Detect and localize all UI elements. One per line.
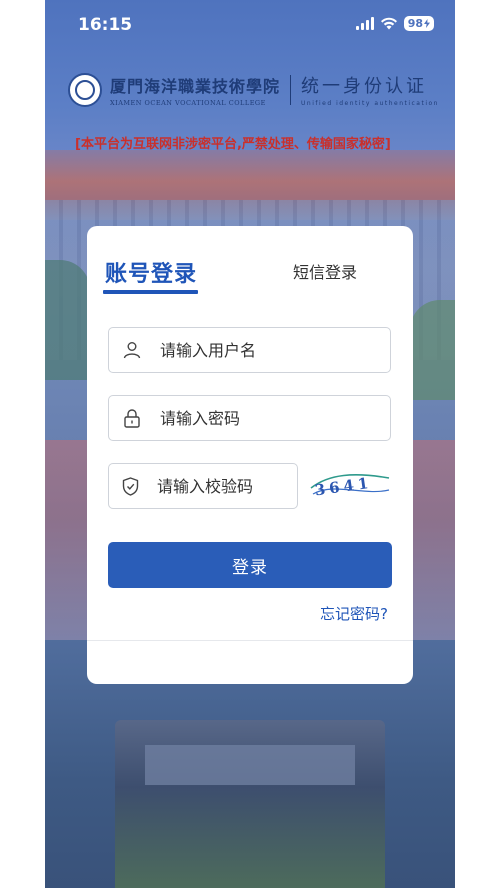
battery-indicator: 98 (403, 16, 434, 31)
tab-sms-login[interactable]: 短信登录 (293, 259, 357, 283)
username-input[interactable] (158, 339, 362, 361)
forgot-password-link[interactable]: 忘记密码? (320, 603, 388, 624)
card-divider (87, 640, 413, 641)
status-icons: 98 (355, 16, 434, 31)
tab-account-login[interactable]: 账号登录 (105, 256, 197, 288)
password-field[interactable] (108, 395, 391, 441)
battery-level: 98 (407, 17, 423, 30)
username-field[interactable] (108, 327, 391, 373)
school-emblem-icon (68, 72, 102, 107)
wifi-icon (380, 17, 397, 30)
portal-title-block: 统一身份认证 Unified identity authentication (301, 72, 439, 107)
captcha-field[interactable] (108, 463, 359, 509)
active-tab-indicator (103, 290, 198, 294)
password-input[interactable] (158, 407, 362, 429)
fountain-top-image (145, 745, 355, 785)
user-icon (122, 340, 142, 360)
header-divider (290, 74, 292, 105)
portal-title-cn: 统一身份认证 (301, 76, 428, 97)
shield-check-icon (122, 476, 139, 496)
captcha-text: 3641 (314, 474, 374, 500)
trees-right-image (410, 300, 455, 400)
school-name-block: 厦門海洋職業技術學院 XIAMEN OCEAN VOCATIONAL COLLE… (110, 73, 280, 107)
charging-icon (424, 19, 430, 28)
login-card: 账号登录 短信登录 3641 登录 忘记密码? (87, 226, 413, 684)
captcha-image[interactable]: 3641 (309, 466, 391, 506)
trees-left-image (45, 260, 90, 380)
school-name-en: XIAMEN OCEAN VOCATIONAL COLLEGE (110, 98, 266, 107)
lock-icon (122, 408, 142, 428)
signal-icon (355, 17, 374, 30)
portal-title-en: Unified identity authentication (301, 100, 439, 107)
status-time: 16:15 (78, 15, 133, 35)
login-button[interactable]: 登录 (108, 542, 392, 588)
school-logo: 厦門海洋職業技術學院 XIAMEN OCEAN VOCATIONAL COLLE… (68, 72, 439, 107)
school-name-cn: 厦門海洋職業技術學院 (110, 76, 281, 96)
security-warning: [本平台为互联网非涉密平台,严禁处理、传输国家秘密] (75, 137, 391, 152)
